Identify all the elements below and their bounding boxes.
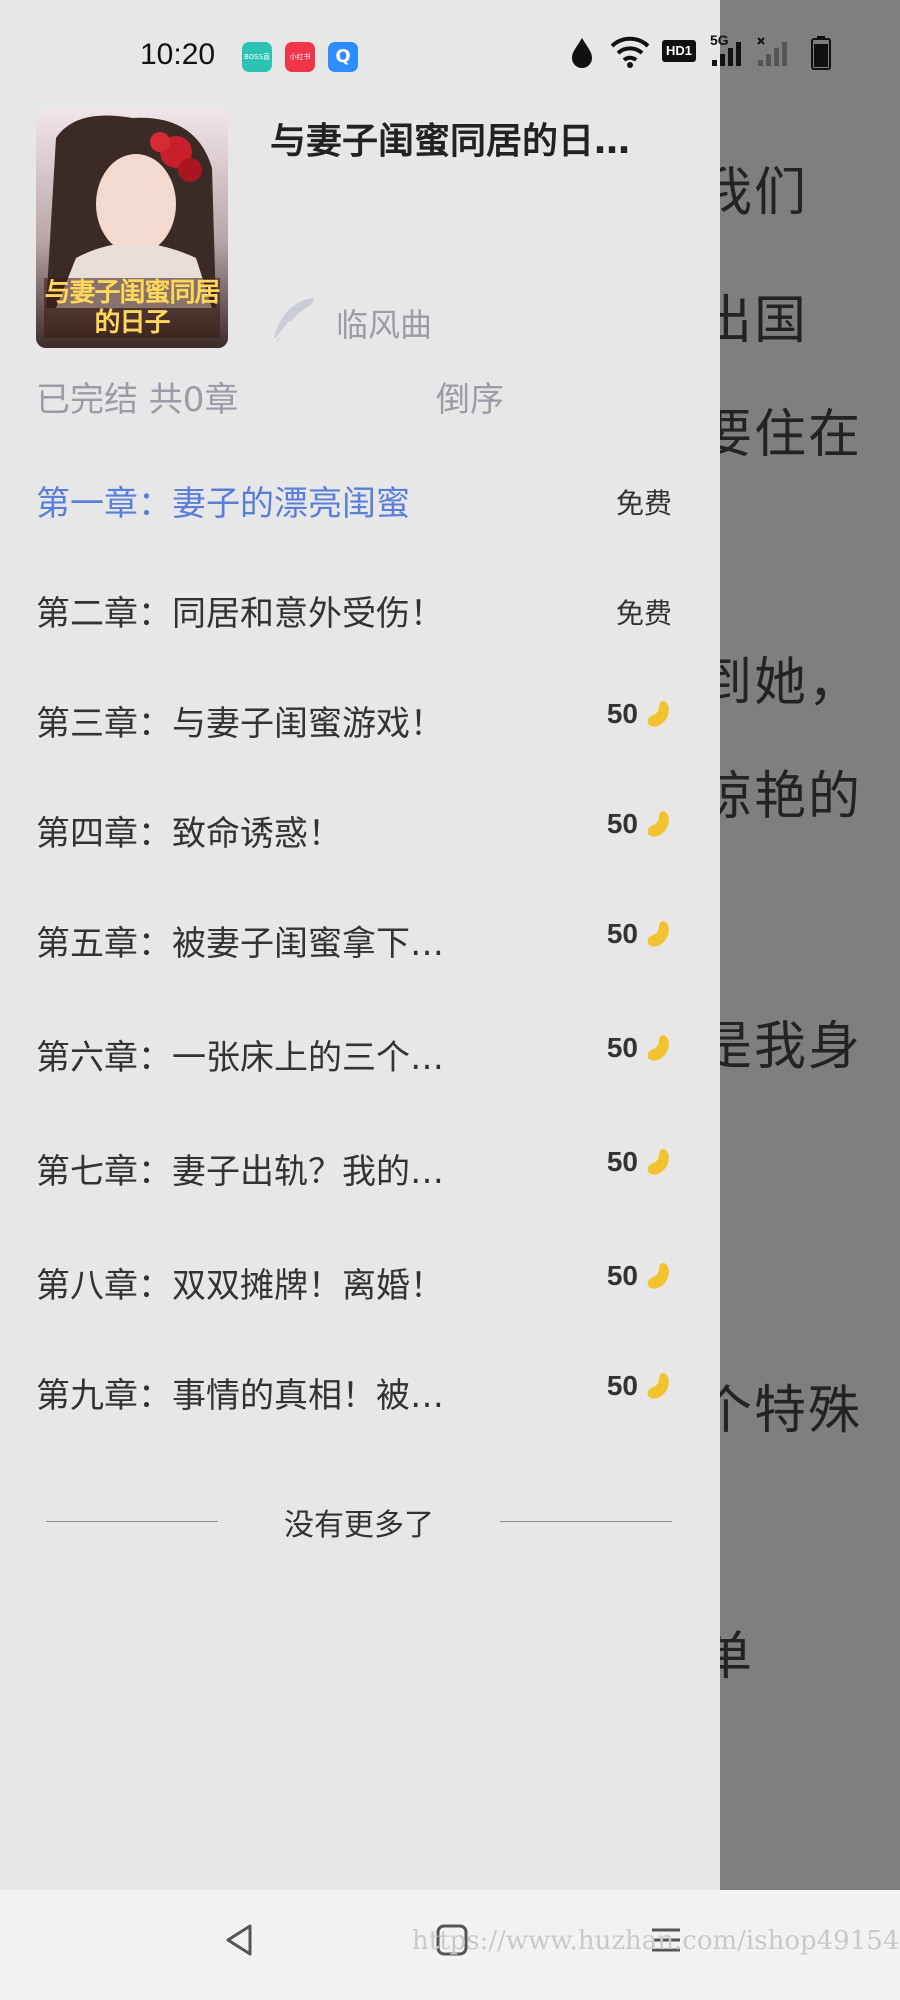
chapter-title: 第七章：妻子出轨？我的… bbox=[36, 1152, 444, 1192]
wifi-icon bbox=[610, 36, 650, 68]
chapter-cost: 50 bbox=[607, 1260, 672, 1304]
book-cover[interactable]: 与妻子闺蜜同居的日子 bbox=[36, 108, 228, 348]
chapter-cost-value: 50 bbox=[606, 1032, 638, 1063]
chapter-cost-value: 50 bbox=[606, 1370, 638, 1401]
end-of-list-text: 没有更多了 bbox=[284, 1508, 434, 1543]
chapter-cost-value: 50 bbox=[606, 918, 638, 949]
chapter-drawer: 10:20 BOSS直聘 小红书 Q 与妻子闺蜜同居的日子 与妻子闺蜜同居 bbox=[0, 0, 720, 1890]
boss-zhipin-icon: BOSS直聘 bbox=[242, 42, 272, 72]
chapter-row[interactable]: 第八章：双双摊牌！离婚！ 50 bbox=[0, 1240, 720, 1320]
chapter-row[interactable]: 第二章：同居和意外受伤！ 免费 bbox=[0, 568, 720, 648]
chapter-row[interactable]: 第六章：一张床上的三个… 50 bbox=[0, 1012, 720, 1092]
bean-coin-icon bbox=[647, 1149, 669, 1175]
bean-coin-icon bbox=[647, 921, 669, 947]
chapter-free-label: 免费 bbox=[615, 487, 672, 520]
chapter-row[interactable]: 第七章：妻子出轨？我的… 50 bbox=[0, 1126, 720, 1206]
battery-icon bbox=[811, 36, 831, 70]
chapter-cost-value: 50 bbox=[606, 1146, 638, 1177]
chapter-title: 第四章：致命诱惑！ bbox=[36, 814, 342, 854]
chapter-cost: 50 bbox=[607, 1032, 672, 1076]
back-icon[interactable] bbox=[222, 1920, 256, 1960]
chapter-title: 第一章：妻子的漂亮闺蜜 bbox=[36, 484, 410, 524]
chapter-cost-value: 50 bbox=[606, 1260, 638, 1291]
book-title: 与妻子闺蜜同居的日… bbox=[270, 121, 631, 162]
catalog-summary: 已完结 共0章 bbox=[36, 380, 239, 420]
reader-text-line: 到她， bbox=[700, 653, 863, 713]
author-name: 临风曲 bbox=[336, 306, 433, 344]
reader-text-line: 是我身 bbox=[700, 1017, 863, 1077]
chapter-title: 第九章：事情的真相！被… bbox=[36, 1376, 444, 1416]
no-signal-icon bbox=[757, 37, 787, 66]
browser-q-icon: Q bbox=[328, 42, 358, 72]
chapter-cost: 50 bbox=[607, 1370, 672, 1414]
bean-coin-icon bbox=[647, 701, 669, 727]
bean-coin-icon bbox=[647, 1035, 669, 1061]
chapter-cost: 50 bbox=[607, 1146, 672, 1190]
chapter-title: 第八章：双双摊牌！离婚！ bbox=[36, 1266, 444, 1306]
chapter-row[interactable]: 第五章：被妻子闺蜜拿下… 50 bbox=[0, 898, 720, 978]
feather-pen-icon bbox=[272, 298, 314, 343]
chapter-cost: 50 bbox=[607, 918, 672, 962]
data-saver-icon bbox=[572, 38, 592, 68]
end-of-list-divider: 没有更多了 bbox=[46, 1500, 672, 1544]
bean-coin-icon bbox=[647, 1263, 669, 1289]
hd-icon: HD1 bbox=[662, 40, 696, 62]
chapter-cost-value: 50 bbox=[606, 808, 638, 839]
reader-text-line: 个特殊 bbox=[700, 1381, 863, 1441]
chapter-row[interactable]: 第三章：与妻子闺蜜游戏！ 50 bbox=[0, 678, 720, 758]
status-indicators: HD1 5G bbox=[570, 32, 870, 80]
chapter-cost: 50 bbox=[607, 808, 672, 852]
5g-signal-icon bbox=[712, 42, 741, 66]
book-cover-title: 与妻子闺蜜同居的日子 bbox=[44, 278, 220, 338]
chapter-row[interactable]: 第九章：事情的真相！被… 50 bbox=[0, 1350, 720, 1430]
chapter-title: 第二章：同居和意外受伤！ bbox=[36, 594, 444, 634]
watermark-text: https://www.huzhan.com/ishop49154 bbox=[412, 1926, 900, 1956]
system-navigation-bar: https://www.huzhan.com/ishop49154 bbox=[0, 1890, 900, 2000]
chapter-row[interactable]: 第一章：妻子的漂亮闺蜜 免费 bbox=[0, 458, 720, 538]
chapter-title: 第三章：与妻子闺蜜游戏！ bbox=[36, 704, 444, 744]
chapter-row[interactable]: 第四章：致命诱惑！ 50 bbox=[0, 788, 720, 868]
divider-line bbox=[500, 1521, 672, 1522]
bean-coin-icon bbox=[647, 811, 669, 837]
status-time: 10:20 bbox=[140, 38, 216, 71]
chapter-free-label: 免费 bbox=[615, 597, 672, 630]
chapter-cost-value: 50 bbox=[606, 698, 638, 729]
chapter-cost: 50 bbox=[607, 698, 672, 742]
bean-coin-icon bbox=[647, 1373, 669, 1399]
reader-text-line: 惊艳的 bbox=[700, 767, 863, 827]
reader-text-line: 要住在 bbox=[700, 405, 863, 465]
chapter-title: 第六章：一张床上的三个… bbox=[36, 1038, 444, 1078]
xiaohongshu-icon: 小红书 bbox=[285, 42, 315, 72]
chapter-title: 第五章：被妻子闺蜜拿下… bbox=[36, 924, 444, 964]
sort-order-button[interactable]: 倒序 bbox=[436, 372, 504, 421]
